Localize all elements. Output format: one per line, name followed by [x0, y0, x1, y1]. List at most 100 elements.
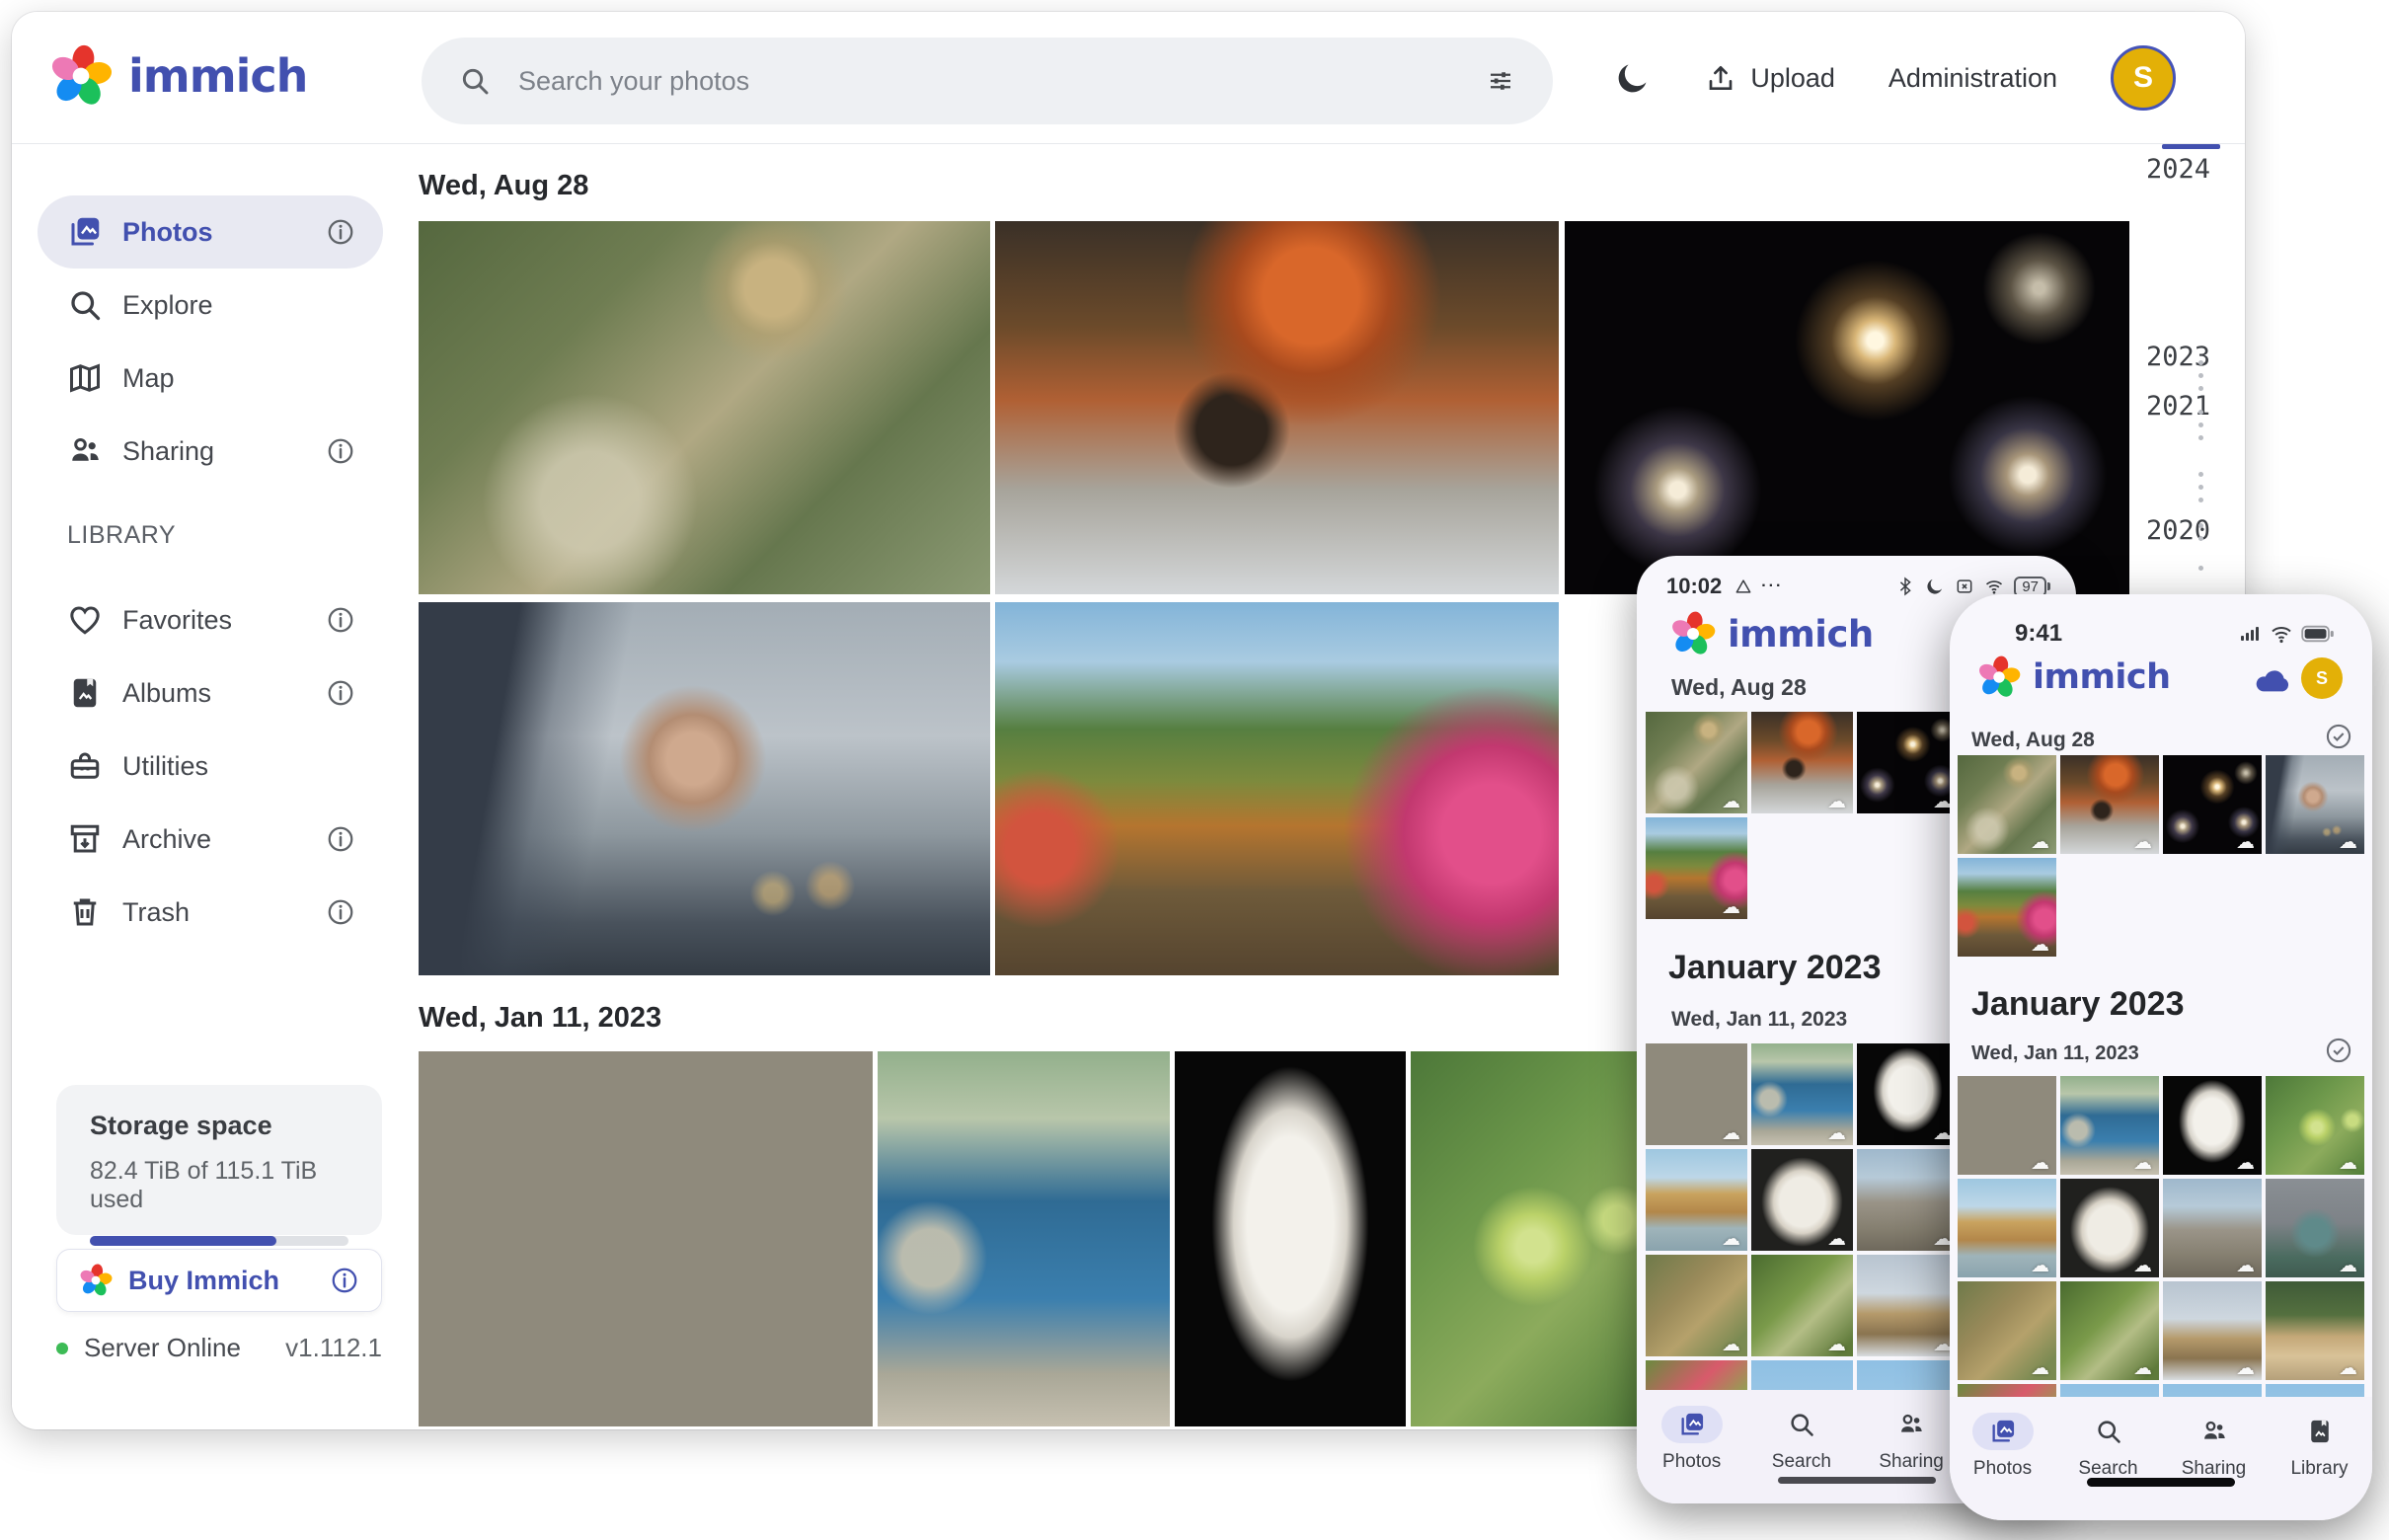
phone-photo-row	[1958, 1076, 2364, 1175]
sidebar-item-sharing[interactable]: Sharing	[38, 415, 383, 488]
timeline-year-2021[interactable]: 2021	[2146, 391, 2207, 422]
photo-fortress-walls[interactable]	[419, 1051, 873, 1426]
nav-item-photos[interactable]: Photos	[1637, 1406, 1746, 1473]
info-icon[interactable]	[326, 678, 355, 708]
thumb-seaside-fortress[interactable]	[1751, 1043, 1853, 1145]
nav-label: Sharing	[2182, 1458, 2247, 1480]
thumb-fortress-walls[interactable]	[1646, 1043, 1747, 1145]
header-controls: Upload Administration S	[1614, 12, 2176, 144]
thumb-marble-rock-statue[interactable]	[2060, 1179, 2159, 1277]
thumb-ruin-walls[interactable]	[1857, 1149, 1959, 1251]
immich-logo[interactable]: immich	[49, 44, 307, 108]
thumb-holding-hands[interactable]	[2266, 755, 2364, 854]
photo-fireworks[interactable]	[1565, 221, 2129, 594]
upload-button[interactable]: Upload	[1705, 62, 1835, 94]
ios-phone-mockup: 9:41 immich S Wed, Aug 28 January 2023	[1950, 594, 2372, 1520]
info-icon[interactable]	[326, 824, 355, 854]
cellular-signal-icon	[2238, 622, 2262, 646]
nav-item-photos[interactable]: Photos	[1950, 1413, 2055, 1480]
backup-cloud-icon[interactable]	[2252, 659, 2293, 701]
info-icon[interactable]	[326, 605, 355, 635]
timeline-year-2023[interactable]: 2023	[2146, 342, 2207, 372]
thumb-autumn-garden-path[interactable]	[1958, 858, 2056, 957]
info-icon[interactable]	[326, 897, 355, 927]
buy-immich-button[interactable]: Buy Immich	[56, 1249, 382, 1312]
photo-seagrape-plant[interactable]	[1411, 1051, 1646, 1426]
search-bar[interactable]	[422, 38, 1553, 124]
nav-item-library[interactable]: Library	[2267, 1413, 2372, 1480]
photos-icon	[67, 214, 103, 250]
nav-item-sharing[interactable]: Sharing	[2161, 1413, 2267, 1480]
sidebar-item-albums[interactable]: Albums	[38, 656, 383, 730]
sidebar-item-utilities[interactable]: Utilities	[38, 730, 383, 803]
thumb-monkeys-at-zoo[interactable]	[1646, 712, 1747, 813]
immich-logo-icon	[1977, 655, 2021, 699]
search-input[interactable]	[516, 65, 1460, 98]
sidebar-item-map[interactable]: Map	[38, 342, 383, 415]
sidebar-item-favorites[interactable]: Favorites	[38, 583, 383, 656]
timeline-year-2020[interactable]: 2020	[2146, 515, 2207, 546]
info-icon[interactable]	[326, 436, 355, 466]
thumb-dry-branches[interactable]	[1646, 1255, 1747, 1356]
photo-seaside-fortress[interactable]	[878, 1051, 1170, 1426]
thumb-monkeys-at-zoo[interactable]	[1958, 755, 2056, 854]
thumb-marble-bust[interactable]	[2163, 1076, 2262, 1175]
home-indicator[interactable]	[2087, 1478, 2235, 1487]
search-icon	[1771, 1406, 1832, 1443]
thumb-beach-cliff[interactable]	[1958, 1179, 2056, 1277]
sim-missing-icon	[1955, 577, 1974, 596]
timeline-tick	[2198, 360, 2203, 365]
sidebar-item-trash[interactable]: Trash	[38, 876, 383, 949]
thumb-lizard-on-moss[interactable]	[1751, 1255, 1853, 1356]
sidebar-item-photos[interactable]: Photos	[38, 195, 383, 269]
storage-progress-track	[90, 1236, 348, 1246]
sidebar-item-archive[interactable]: Archive	[38, 803, 383, 876]
info-icon[interactable]	[330, 1266, 359, 1295]
select-all-check-icon[interactable]	[2325, 1037, 2352, 1064]
thumb-marble-bust[interactable]	[1857, 1043, 1959, 1145]
timeline-tick	[2198, 566, 2203, 571]
photo-autumn-dinner-table[interactable]	[995, 221, 1559, 594]
thumb-autumn-garden-path[interactable]	[1646, 817, 1747, 919]
photo-monkeys-at-zoo[interactable]	[419, 221, 990, 594]
thumb-autumn-dinner-table[interactable]	[2060, 755, 2159, 854]
thumb-marble-rock-statue[interactable]	[1751, 1149, 1853, 1251]
thumb-winter-village[interactable]	[1857, 1255, 1959, 1356]
photo-autumn-garden-path[interactable]	[995, 602, 1559, 975]
thumb-fireworks[interactable]	[1857, 712, 1959, 813]
dark-mode-toggle-moon-icon[interactable]	[1614, 59, 1652, 97]
thumb-ruin-walls[interactable]	[2163, 1179, 2262, 1277]
timeline-tick	[2198, 410, 2203, 415]
nav-label: Search	[1772, 1451, 1831, 1473]
user-avatar[interactable]: S	[2301, 657, 2343, 699]
thumb-fortress-walls[interactable]	[1958, 1076, 2056, 1175]
sidebar-item-explore[interactable]: Explore	[38, 269, 383, 342]
thumb-dry-branches[interactable]	[1958, 1281, 2056, 1380]
search-filters-icon[interactable]	[1486, 66, 1515, 96]
administration-link[interactable]: Administration	[1888, 63, 2057, 94]
status-time: 10:02	[1666, 574, 1722, 599]
nav-item-search[interactable]: Search	[2055, 1413, 2161, 1480]
thumb-alpine-houses[interactable]	[2266, 1281, 2364, 1380]
month-header: January 2023	[1668, 949, 1882, 987]
archive-icon	[67, 821, 103, 857]
thumb-ornate-monument[interactable]	[2266, 1179, 2364, 1277]
thumb-seaside-fortress[interactable]	[2060, 1076, 2159, 1175]
info-icon[interactable]	[326, 217, 355, 247]
server-status-dot	[56, 1343, 68, 1354]
search-icon	[2078, 1413, 2139, 1450]
photo-marble-bust[interactable]	[1175, 1051, 1406, 1426]
thumb-fireworks[interactable]	[2163, 755, 2262, 854]
nav-item-search[interactable]: Search	[1746, 1406, 1856, 1473]
timeline-year-2024[interactable]: 2024	[2146, 154, 2207, 185]
sidebar-item-label: Utilities	[122, 751, 208, 782]
photo-holding-hands[interactable]	[419, 602, 990, 975]
home-indicator[interactable]	[1778, 1477, 1936, 1484]
thumb-autumn-dinner-table[interactable]	[1751, 712, 1853, 813]
thumb-seagrape-plant[interactable]	[2266, 1076, 2364, 1175]
select-all-check-icon[interactable]	[2325, 723, 2352, 750]
thumb-lizard-on-moss[interactable]	[2060, 1281, 2159, 1380]
user-avatar[interactable]: S	[2111, 45, 2176, 111]
thumb-winter-village[interactable]	[2163, 1281, 2262, 1380]
thumb-beach-cliff[interactable]	[1646, 1149, 1747, 1251]
